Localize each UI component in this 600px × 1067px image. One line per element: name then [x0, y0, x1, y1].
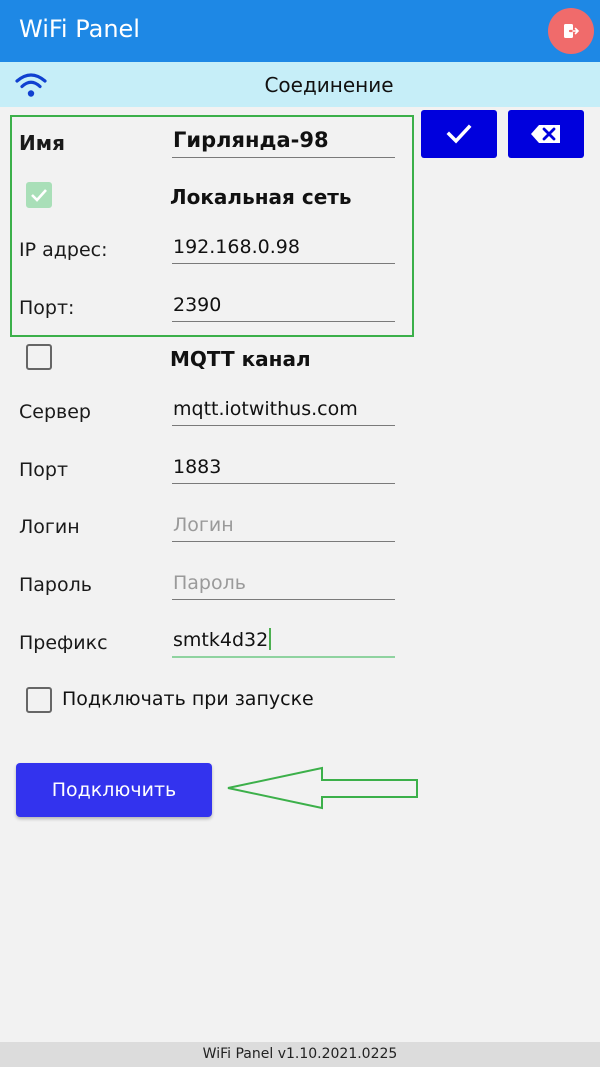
clear-button[interactable]	[508, 110, 584, 158]
connect-button[interactable]: Подключить	[16, 763, 212, 817]
name-label: Имя	[19, 131, 65, 155]
login-field[interactable]: Логин	[172, 508, 395, 542]
ip-value: 192.168.0.98	[173, 236, 300, 258]
app-title: WiFi Panel	[19, 15, 140, 43]
autoconnect-checkbox[interactable]	[26, 687, 52, 713]
password-field[interactable]: Пароль	[172, 566, 395, 600]
name-field[interactable]: Гирлянда-98	[172, 124, 395, 158]
prefix-label: Префикс	[19, 632, 108, 654]
port-label: Порт:	[19, 297, 75, 319]
login-label: Логин	[19, 516, 80, 538]
version-footer: WiFi Panel v1.10.2021.0225	[0, 1042, 600, 1067]
password-placeholder: Пароль	[173, 572, 246, 594]
app-bar: WiFi Panel	[0, 0, 600, 62]
autoconnect-label: Подключать при запуске	[62, 688, 314, 710]
check-icon	[31, 189, 47, 202]
prefix-field[interactable]: smtk4d32	[172, 624, 395, 658]
server-value: mqtt.iotwithus.com	[173, 398, 358, 420]
backspace-icon	[531, 125, 560, 143]
confirm-button[interactable]	[421, 110, 497, 158]
connect-button-label: Подключить	[51, 779, 177, 801]
login-placeholder: Логин	[173, 514, 234, 536]
mqtt-label: MQTT канал	[170, 347, 311, 371]
exit-button[interactable]	[548, 8, 594, 54]
name-value: Гирлянда-98	[173, 128, 329, 152]
password-label: Пароль	[19, 574, 92, 596]
port-field[interactable]: 2390	[172, 288, 395, 322]
server-label: Сервер	[19, 401, 91, 423]
local-network-checkbox[interactable]	[26, 182, 52, 208]
check-icon	[446, 124, 472, 144]
screen-title: Соединение	[264, 73, 394, 97]
local-network-label: Локальная сеть	[170, 185, 352, 209]
prefix-value-wrap: smtk4d32	[173, 628, 272, 651]
server-field[interactable]: mqtt.iotwithus.com	[172, 392, 395, 426]
exit-icon	[564, 24, 580, 38]
mqtt-port-field[interactable]: 1883	[172, 450, 395, 484]
annotation-arrow-icon	[227, 766, 418, 810]
port-value: 2390	[173, 294, 222, 316]
text-caret	[269, 628, 272, 650]
screen-header: Соединение	[0, 62, 600, 107]
mqtt-port-value: 1883	[173, 456, 222, 478]
mqtt-checkbox[interactable]	[26, 344, 52, 370]
mqtt-port-label: Порт	[19, 459, 69, 481]
ip-field[interactable]: 192.168.0.98	[172, 230, 395, 264]
prefix-value: smtk4d32	[173, 629, 269, 651]
ip-label: IP адрес:	[19, 239, 108, 261]
